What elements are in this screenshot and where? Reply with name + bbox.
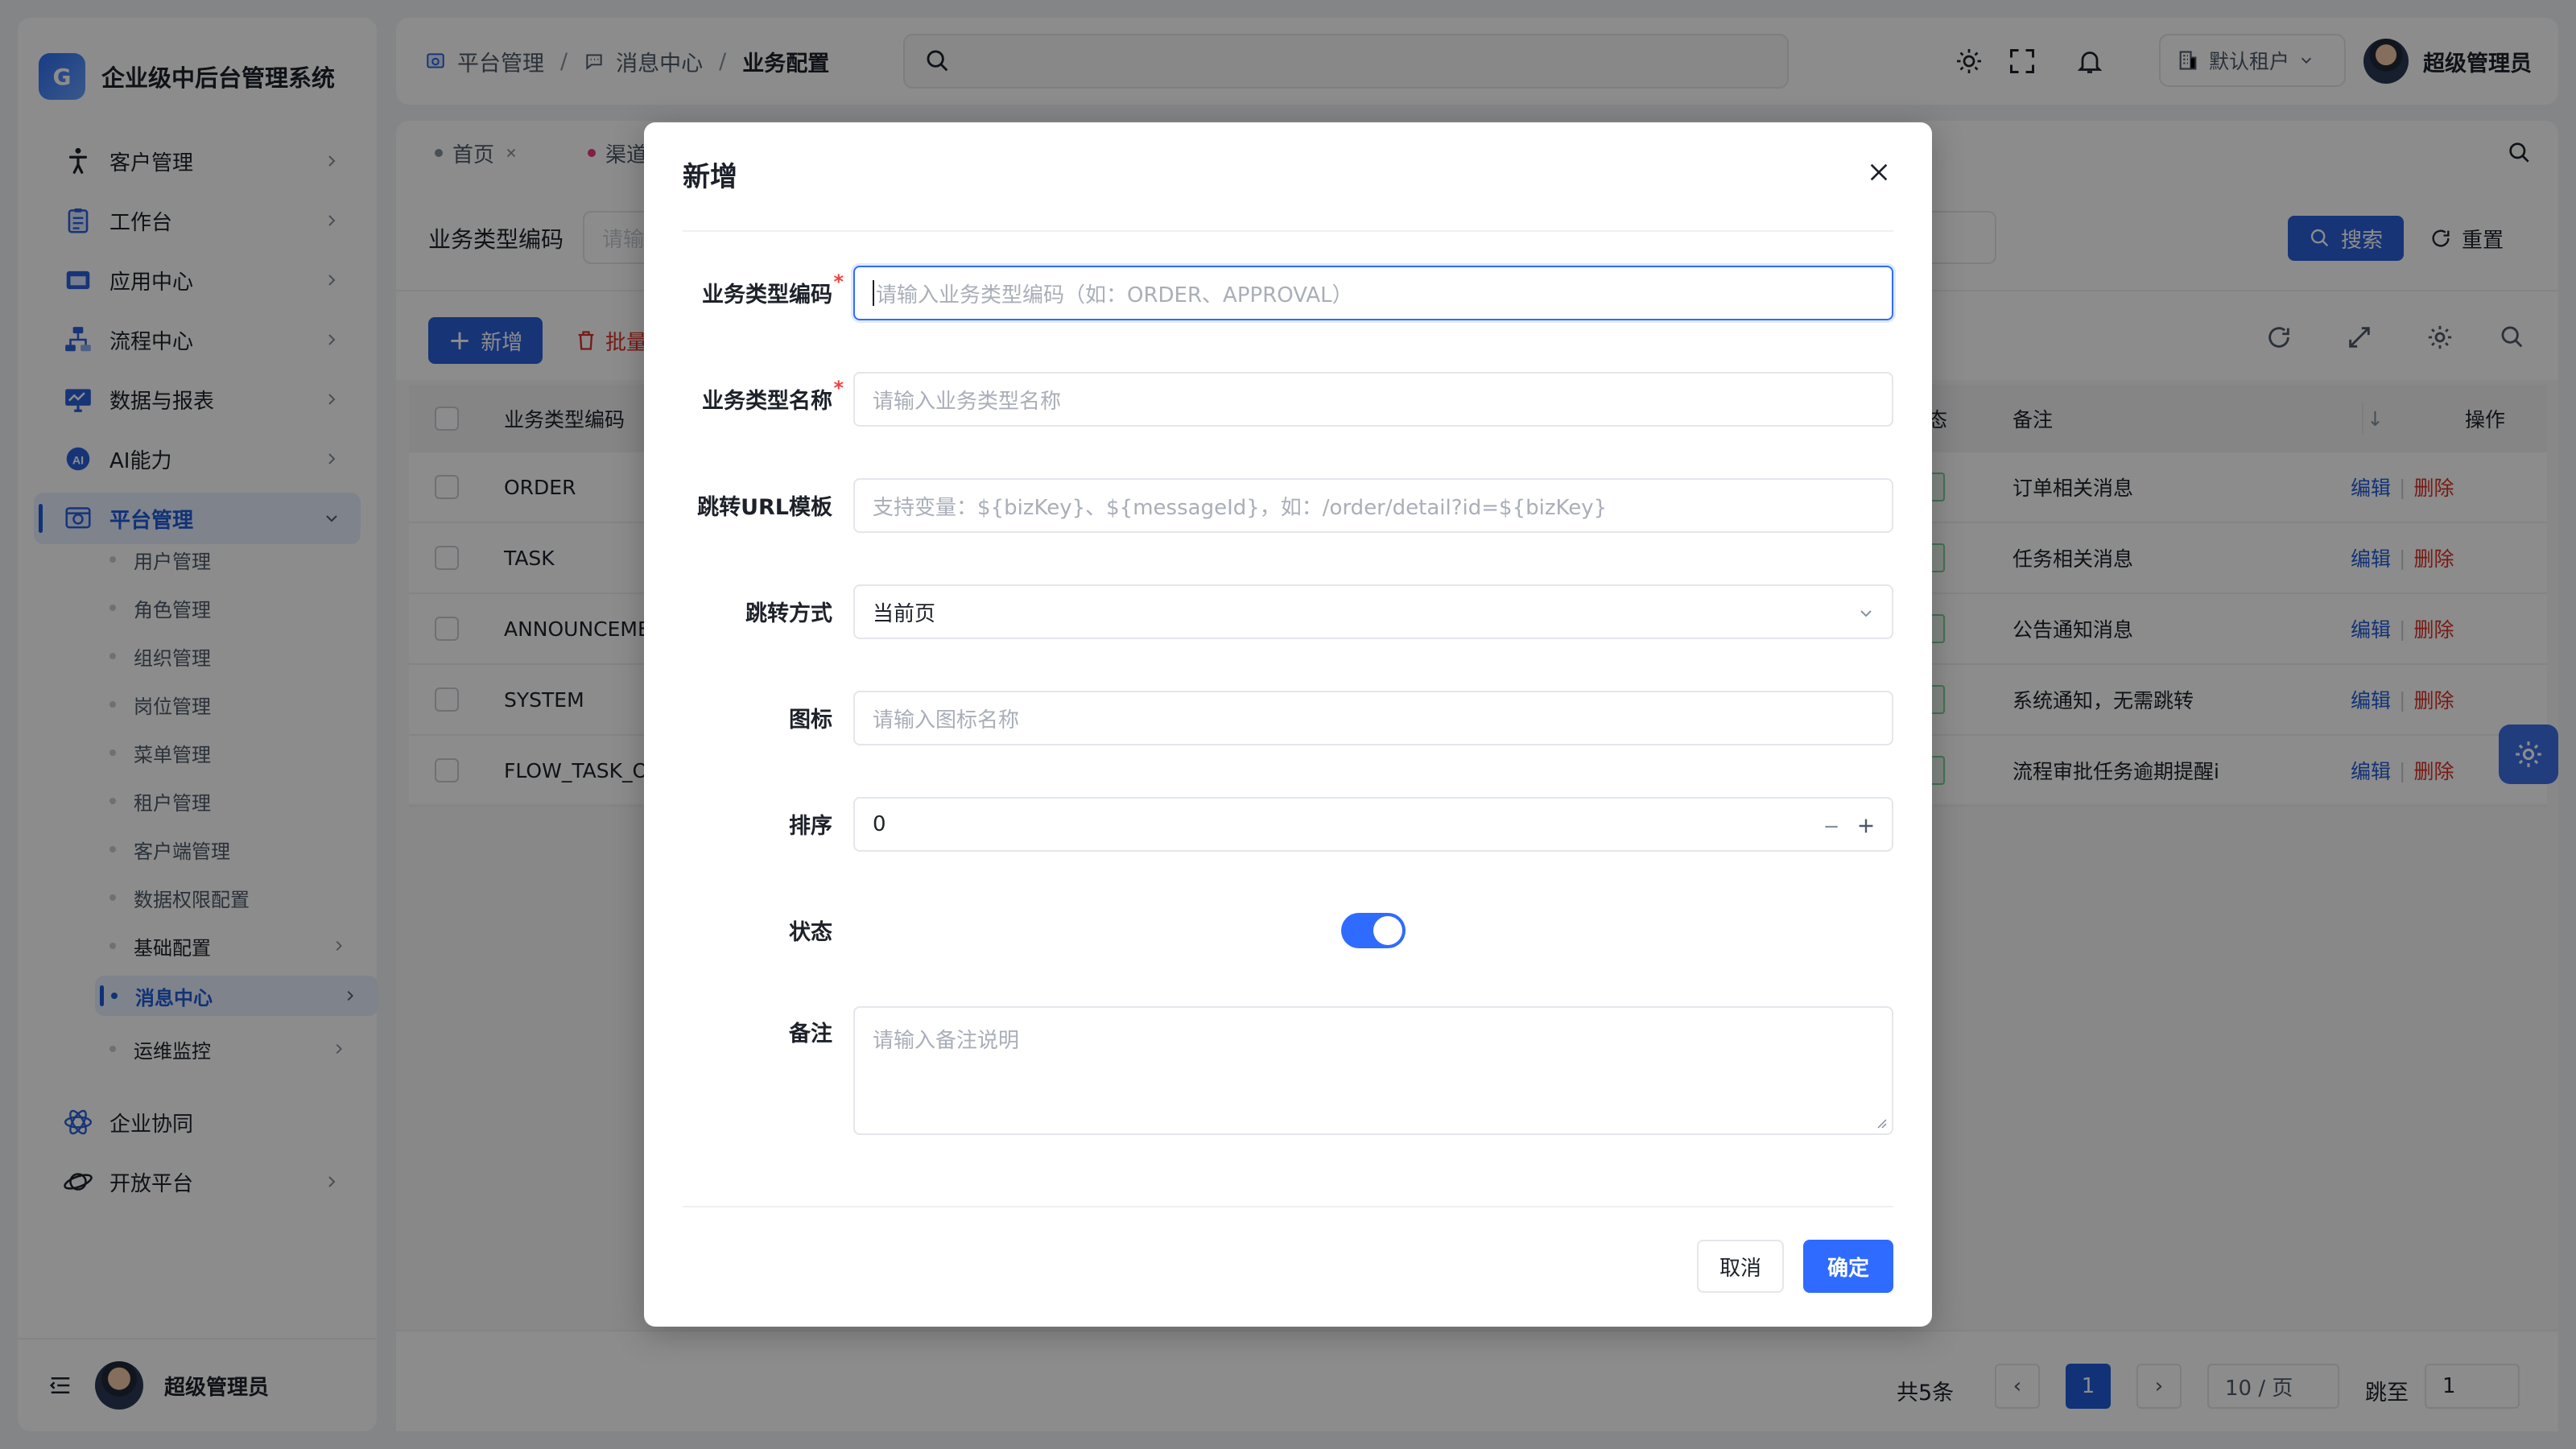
sort-number-input[interactable]: 0 bbox=[853, 797, 1893, 852]
icon-name-input[interactable]: 请输入图标名称 bbox=[853, 691, 1893, 745]
field-label-status: 状态 bbox=[789, 920, 832, 945]
field-label-name: 业务类型名称 * bbox=[702, 377, 844, 414]
toggle-knob bbox=[1373, 916, 1402, 945]
close-icon[interactable] bbox=[1866, 159, 1892, 185]
cancel-button[interactable]: 取消 bbox=[1697, 1240, 1784, 1293]
chevron-down-icon bbox=[1860, 610, 1872, 617]
increment-icon[interactable] bbox=[1856, 816, 1876, 836]
confirm-button[interactable]: 确定 bbox=[1803, 1240, 1893, 1293]
placeholder: 请输入业务类型名称 bbox=[873, 389, 1062, 414]
remark-textarea[interactable]: 请输入备注说明 bbox=[853, 1006, 1893, 1135]
business-name-input[interactable]: 请输入业务类型名称 bbox=[853, 372, 1893, 427]
field-label-icon: 图标 bbox=[789, 708, 832, 733]
decrement-icon[interactable] bbox=[1823, 818, 1840, 836]
dialog-divider bbox=[683, 230, 1893, 232]
field-label-url: 跳转URL模板 bbox=[697, 495, 832, 520]
number-value: 0 bbox=[873, 812, 886, 836]
field-label-sort: 排序 bbox=[789, 814, 832, 839]
dialog-title: 新增 bbox=[683, 161, 737, 193]
select-value: 当前页 bbox=[873, 601, 936, 626]
placeholder: 请输入备注说明 bbox=[873, 1029, 1020, 1053]
resize-handle-icon[interactable] bbox=[1874, 1116, 1887, 1129]
jump-url-input[interactable]: 支持变量：${bizKey}、${messageId}，如：/order/det… bbox=[853, 478, 1893, 533]
placeholder: 支持变量：${bizKey}、${messageId}，如：/order/det… bbox=[873, 495, 1608, 520]
text-caret bbox=[873, 280, 874, 306]
dialog-footer-divider bbox=[683, 1206, 1893, 1208]
status-toggle[interactable] bbox=[1341, 913, 1406, 948]
placeholder: 请输入图标名称 bbox=[873, 708, 1020, 733]
field-label-code: 业务类型编码 * bbox=[702, 270, 844, 308]
create-dialog: 新增 业务类型编码 * 请输入业务类型编码（如：ORDER、APPROVAL） 业… bbox=[644, 122, 1932, 1327]
field-label-remark: 备注 bbox=[789, 1022, 832, 1046]
business-code-input[interactable]: 请输入业务类型编码（如：ORDER、APPROVAL） bbox=[853, 266, 1893, 320]
placeholder: 请输入业务类型编码（如：ORDER、APPROVAL） bbox=[876, 283, 1353, 308]
field-label-mode: 跳转方式 bbox=[745, 601, 832, 626]
jump-mode-select[interactable]: 当前页 bbox=[853, 584, 1893, 639]
